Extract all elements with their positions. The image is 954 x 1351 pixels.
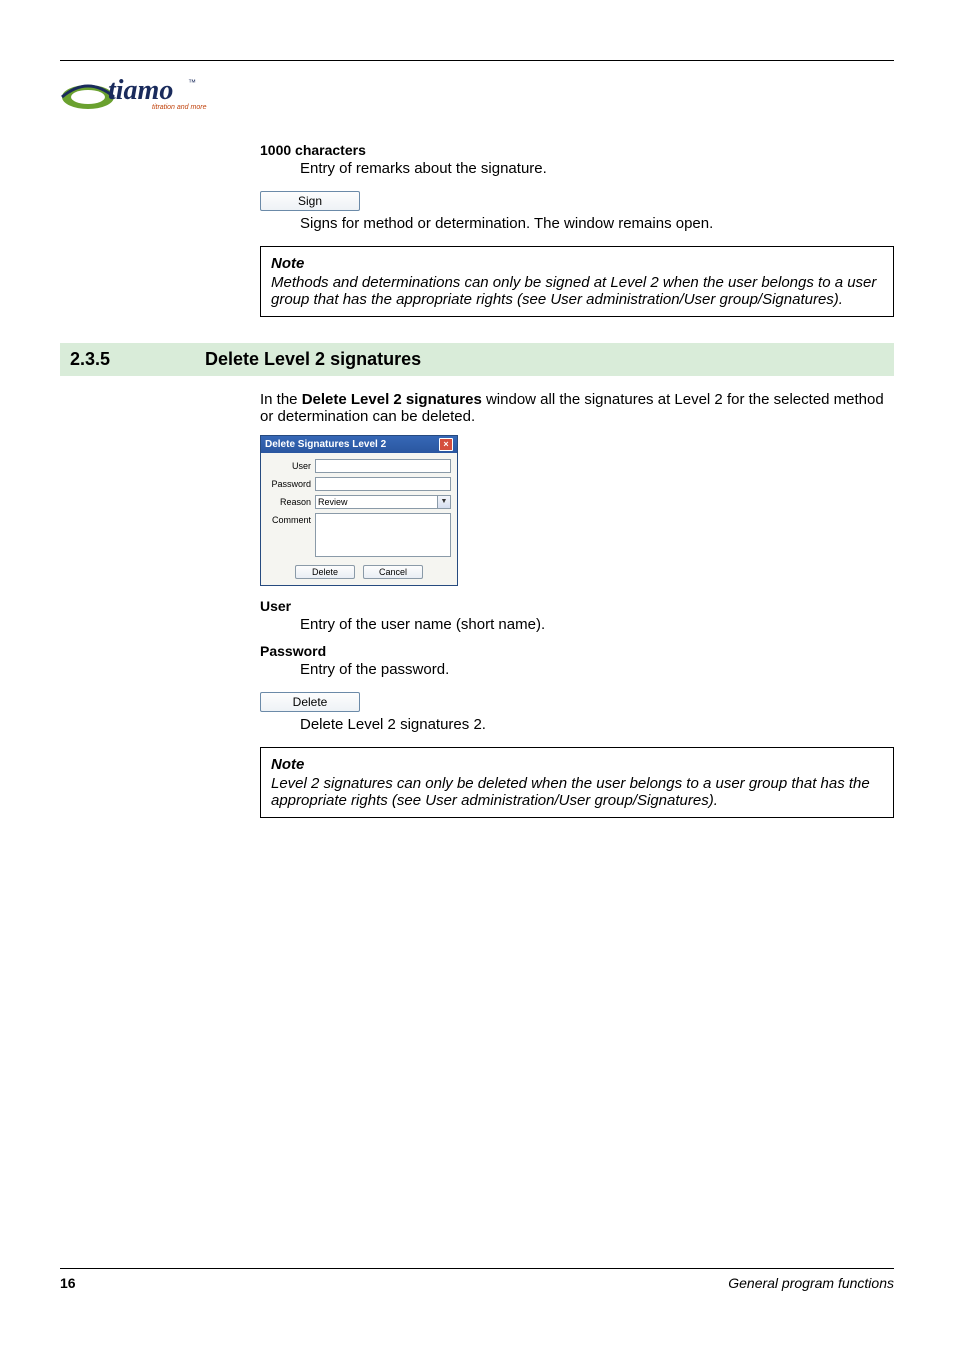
chars-desc: Entry of remarks about the signature. (300, 160, 894, 177)
dialog-titlebar: Delete Signatures Level 2 × (261, 436, 457, 453)
password-desc: Entry of the password. (300, 661, 894, 678)
chevron-down-icon[interactable]: ▼ (437, 495, 451, 509)
close-icon[interactable]: × (439, 438, 453, 451)
reason-select[interactable]: Review ▼ (315, 495, 451, 509)
dialog-title: Delete Signatures Level 2 (265, 439, 386, 450)
comment-input[interactable] (315, 513, 451, 557)
note-body: Methods and determinations can only be s… (271, 274, 883, 308)
page-number: 16 (60, 1275, 76, 1291)
dialog-cancel-button[interactable]: Cancel (363, 565, 423, 579)
sign-button[interactable]: Sign (260, 191, 360, 211)
user-input[interactable] (315, 459, 451, 473)
logo-tagline: titration and more (152, 104, 207, 111)
section-title: Delete Level 2 signatures (205, 349, 421, 370)
section-heading: 2.3.5 Delete Level 2 signatures (60, 343, 894, 376)
reason-label: Reason (267, 495, 315, 507)
note-title: Note (271, 756, 883, 773)
section-number: 2.3.5 (70, 349, 205, 370)
note-box-delete: Note Level 2 signatures can only be dele… (260, 747, 894, 818)
password-label: Password (267, 477, 315, 489)
user-heading: User (260, 598, 894, 614)
footer-section: General program functions (728, 1275, 894, 1291)
chars-heading: 1000 characters (260, 142, 894, 158)
delete-signatures-dialog: Delete Signatures Level 2 × User Passwor… (260, 435, 458, 586)
delete-desc: Delete Level 2 signatures 2. (300, 716, 894, 733)
note-box-sign: Note Methods and determinations can only… (260, 246, 894, 317)
note-body: Level 2 signatures can only be deleted w… (271, 775, 883, 809)
password-heading: Password (260, 643, 894, 659)
password-input[interactable] (315, 477, 451, 491)
page-footer: 16 General program functions (60, 1268, 894, 1291)
svg-text:™: ™ (188, 78, 196, 87)
logo-text: tiamo (108, 75, 173, 106)
dialog-delete-button[interactable]: Delete (295, 565, 355, 579)
delete-button[interactable]: Delete (260, 692, 360, 712)
logo: tiamo ™ titration and more (60, 67, 894, 122)
sign-desc: Signs for method or determination. The w… (300, 215, 894, 232)
comment-label: Comment (267, 513, 315, 525)
section-intro: In the Delete Level 2 signatures window … (260, 391, 894, 425)
note-title: Note (271, 255, 883, 272)
user-label: User (267, 459, 315, 471)
user-desc: Entry of the user name (short name). (300, 616, 894, 633)
